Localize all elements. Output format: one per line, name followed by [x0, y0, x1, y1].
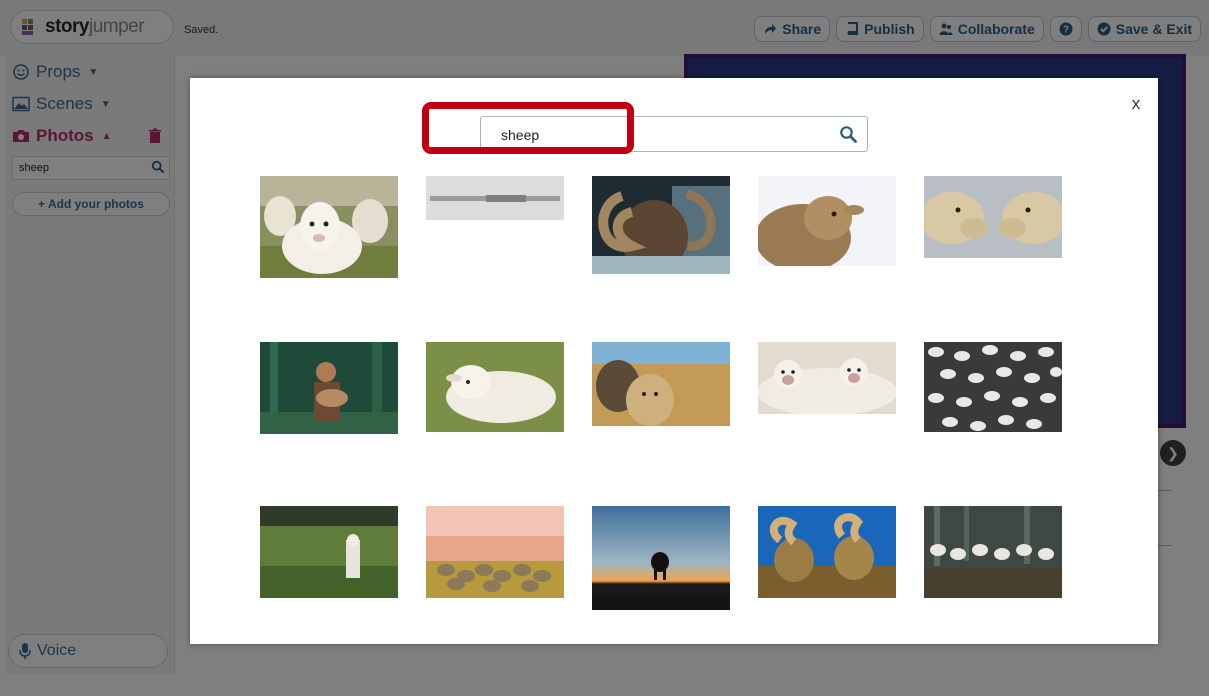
photo-result-15[interactable] [924, 506, 1062, 598]
photo-search-box [480, 116, 868, 152]
photo-result-2[interactable] [426, 176, 564, 220]
photo-result-8[interactable] [592, 342, 730, 426]
photo-result-9[interactable] [758, 342, 896, 414]
photo-result-6[interactable] [260, 342, 398, 434]
photo-result-11[interactable] [260, 506, 398, 598]
photo-search-dialog: x [190, 78, 1158, 644]
photo-result-3[interactable] [592, 176, 730, 274]
photo-result-10[interactable] [924, 342, 1062, 432]
magnifier-icon[interactable] [839, 125, 857, 143]
photo-result-4[interactable] [758, 176, 896, 266]
photo-search-input[interactable] [501, 125, 821, 145]
photo-result-14[interactable] [758, 506, 896, 598]
close-dialog-button[interactable]: x [1128, 94, 1144, 114]
photo-result-5[interactable] [924, 176, 1062, 258]
photo-result-12[interactable] [426, 506, 564, 598]
photo-result-1[interactable] [260, 176, 398, 278]
photo-result-7[interactable] [426, 342, 564, 432]
photo-result-13[interactable] [592, 506, 730, 610]
